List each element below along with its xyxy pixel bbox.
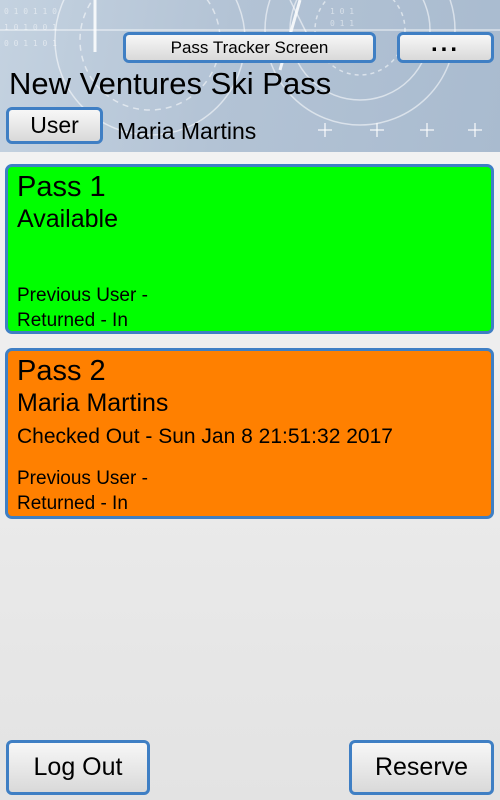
svg-text:0 0 1 1 0 1: 0 0 1 1 0 1: [4, 39, 57, 48]
pass-name: Pass 1: [17, 171, 106, 203]
pass-holder-name: Maria Martins: [17, 389, 169, 417]
log-out-label: Log Out: [33, 753, 123, 781]
returned-label: Returned - In: [17, 493, 128, 514]
svg-text:1 0 1: 1 0 1: [330, 7, 354, 16]
pass-name: Pass 2: [17, 355, 106, 387]
svg-text:1 0 1 0 0 1: 1 0 1 0 0 1: [4, 23, 57, 32]
previous-user-label: Previous User -: [17, 468, 148, 489]
app-title: New Ventures Ski Pass: [9, 66, 332, 101]
previous-user-label: Previous User -: [17, 285, 148, 306]
pass-card-2[interactable]: Pass 2 Maria Martins Checked Out - Sun J…: [5, 348, 494, 519]
user-button[interactable]: User: [6, 107, 103, 144]
svg-text:0 1 0 1 1 0: 0 1 0 1 1 0: [4, 7, 57, 16]
current-user-name: Maria Martins: [117, 118, 257, 144]
returned-label: Returned - In: [17, 310, 128, 331]
user-button-label: User: [30, 112, 79, 138]
log-out-button[interactable]: Log Out: [6, 740, 150, 795]
pass-tracker-screen-button[interactable]: Pass Tracker Screen: [123, 32, 376, 63]
checkout-status: Checked Out - Sun Jan 8 21:51:32 2017: [17, 425, 393, 448]
pass-status: Available: [17, 205, 119, 233]
reserve-button[interactable]: Reserve: [349, 740, 494, 795]
more-options-button[interactable]: ...: [397, 32, 494, 63]
pass-card-1[interactable]: Pass 1 Available Previous User - Returne…: [5, 164, 494, 334]
pass-tracker-screen-label: Pass Tracker Screen: [170, 37, 329, 57]
reserve-label: Reserve: [374, 753, 469, 781]
more-options-label: ...: [430, 30, 460, 57]
svg-text:0 1 1: 0 1 1: [330, 19, 354, 28]
